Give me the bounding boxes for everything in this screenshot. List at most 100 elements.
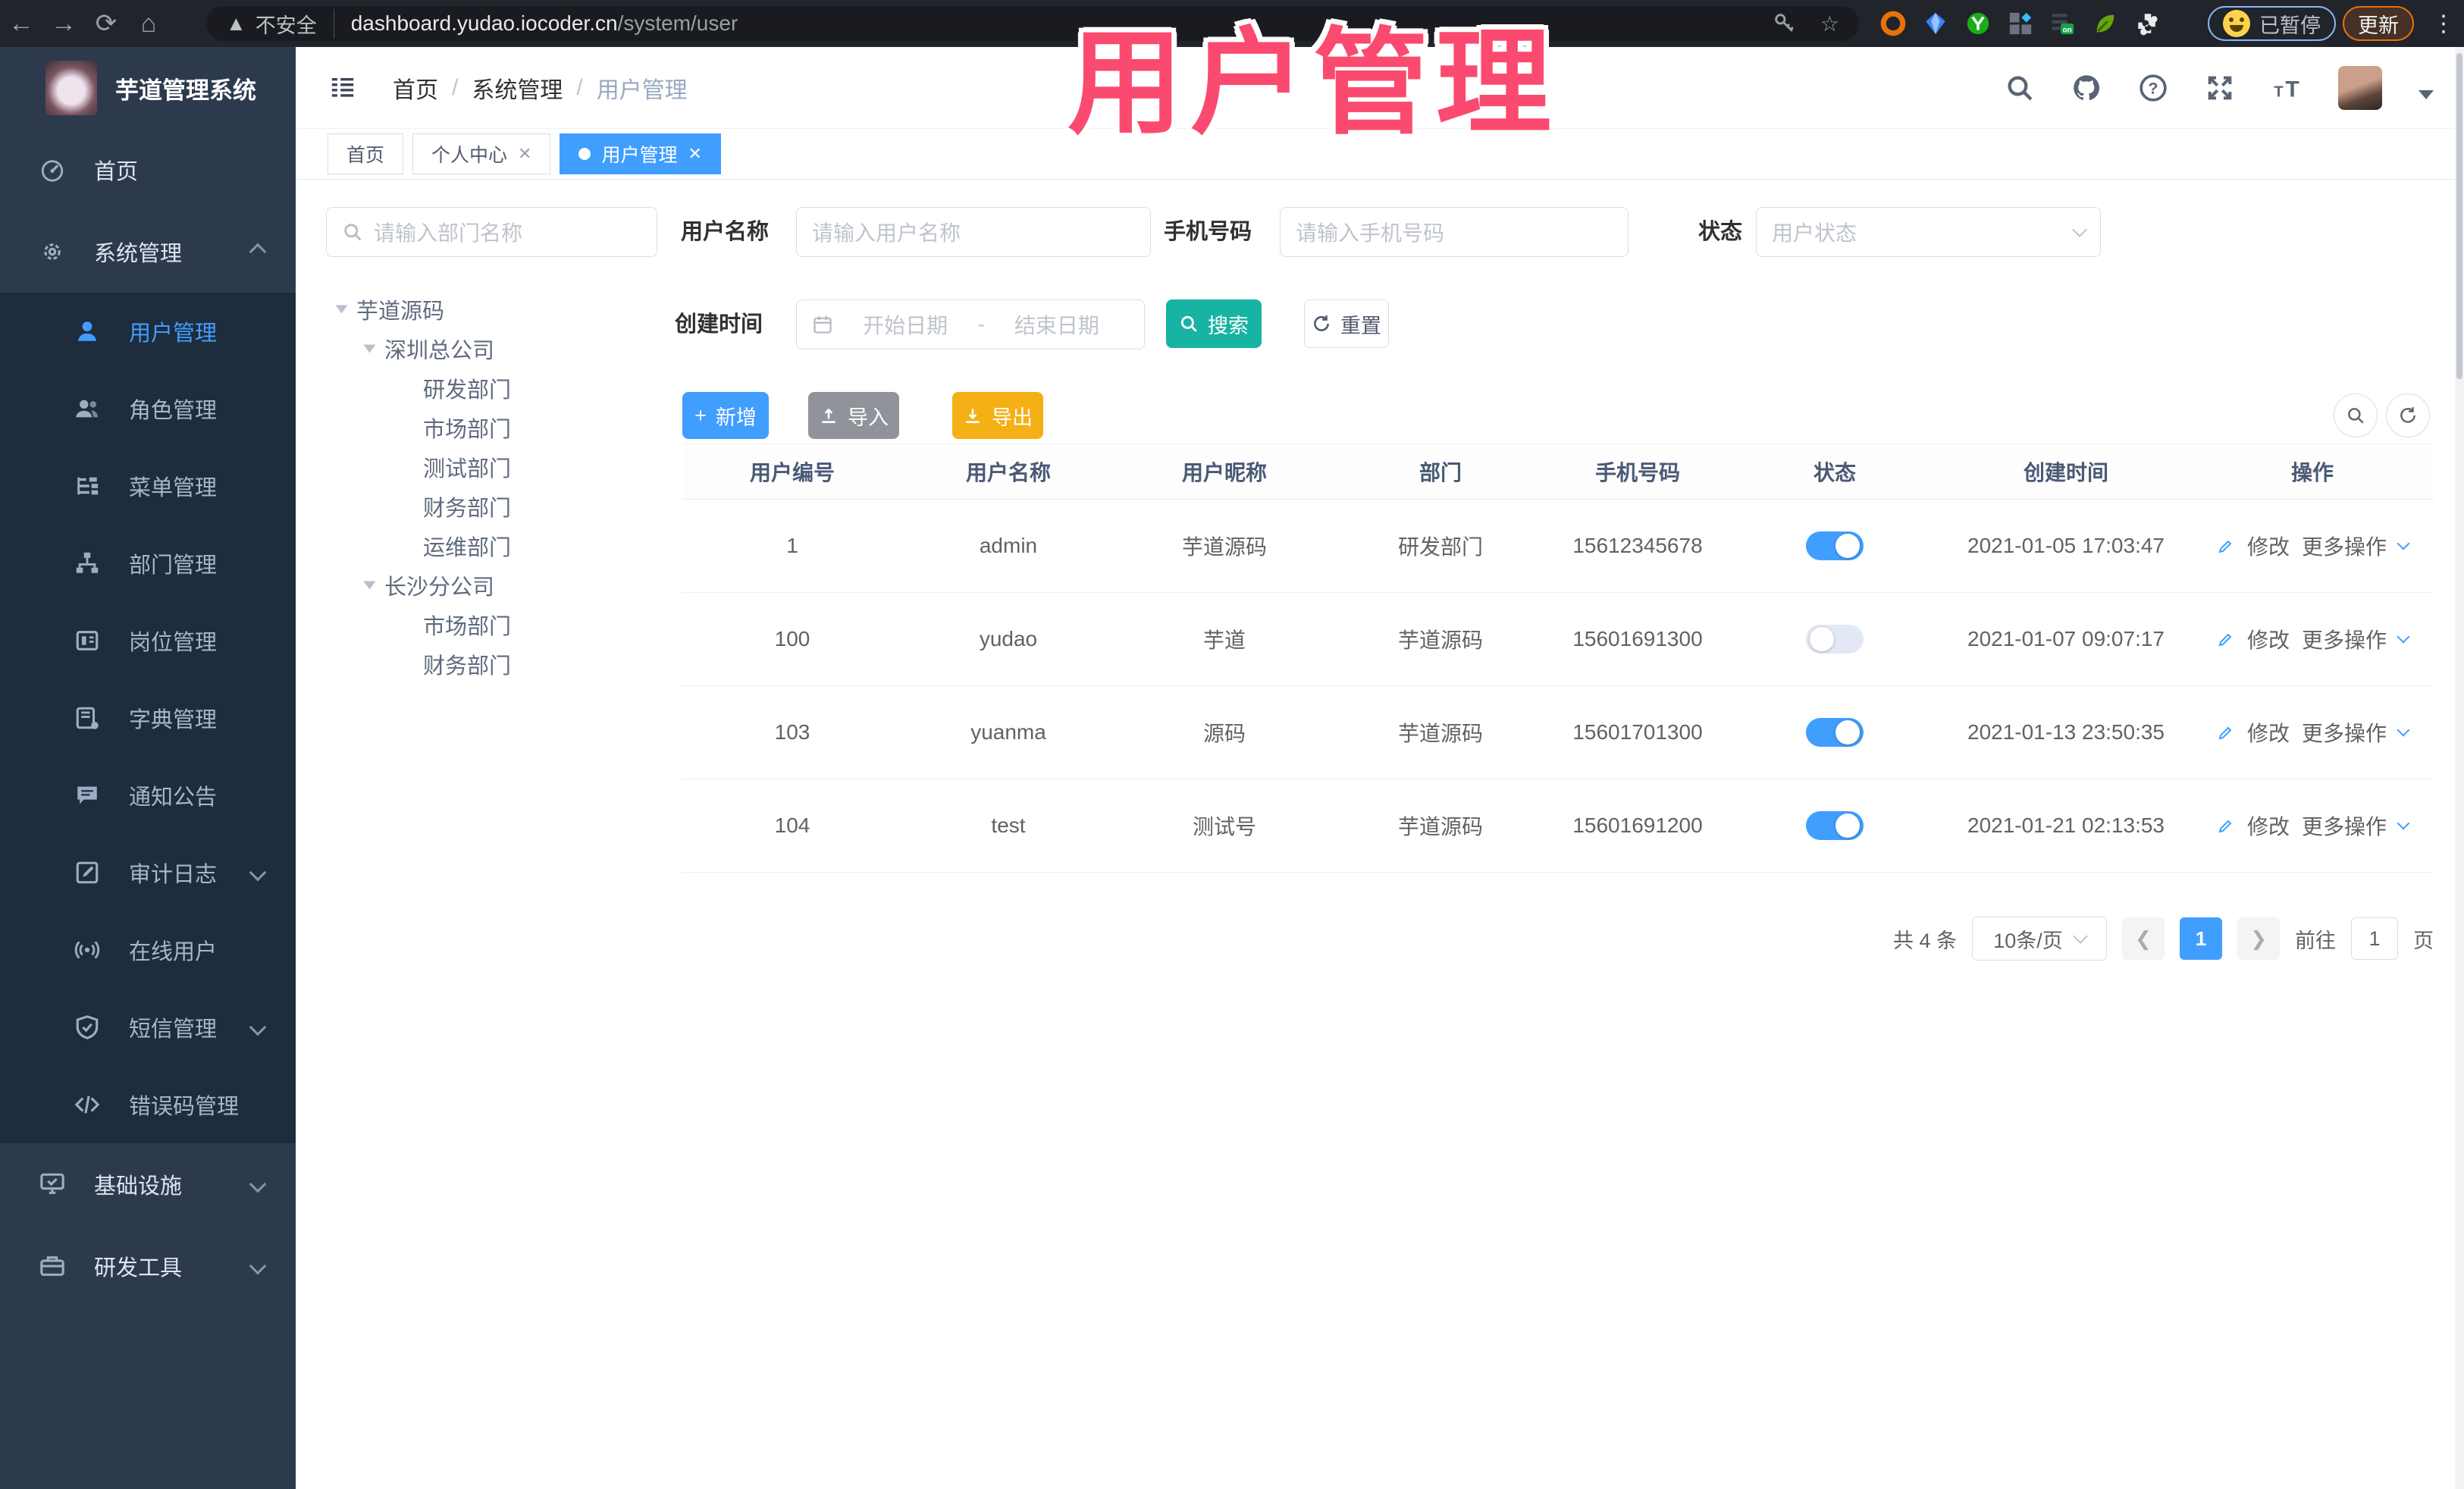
- prev-page-button[interactable]: ❮: [2122, 917, 2165, 960]
- reload-icon[interactable]: ⟳: [85, 8, 127, 39]
- chrome-update-button[interactable]: 更新: [2343, 6, 2414, 41]
- tab-user-mgmt[interactable]: 用户管理 ✕: [560, 133, 721, 174]
- extension-tabs-on-icon[interactable]: on: [2050, 11, 2076, 36]
- username-label: 用户名称: [681, 220, 770, 244]
- tree-node-dept[interactable]: 研发部门: [423, 372, 511, 404]
- fullscreen-icon[interactable]: [2205, 73, 2235, 103]
- user-avatar[interactable]: [2338, 65, 2382, 110]
- next-page-button[interactable]: ❯: [2237, 917, 2280, 960]
- edit-link[interactable]: 修改: [2247, 810, 2290, 841]
- sidebar-item-dev-tools[interactable]: 研发工具: [0, 1225, 296, 1307]
- address-bar[interactable]: ▲ 不安全 dashboard.yudao.iocoder.cn/system/u…: [206, 6, 1859, 41]
- extension-gem-icon[interactable]: [1923, 11, 1948, 36]
- chevron-down-icon[interactable]: [2397, 817, 2410, 830]
- sidebar-item-online-users[interactable]: 在线用户: [0, 911, 296, 989]
- add-button[interactable]: + 新增: [682, 392, 769, 439]
- bookmark-star-icon[interactable]: ☆: [1820, 11, 1839, 36]
- tree-node-company[interactable]: 长沙分公司: [363, 569, 494, 601]
- sidebar-item-system[interactable]: 系统管理: [0, 211, 296, 293]
- edit-link[interactable]: 修改: [2247, 717, 2290, 748]
- forward-icon[interactable]: →: [42, 9, 85, 39]
- tree-node-dept[interactable]: 市场部门: [423, 609, 511, 641]
- search-icon: [1180, 315, 1197, 332]
- security-chip[interactable]: ▲ 不安全: [226, 8, 334, 39]
- more-actions-link[interactable]: 更多操作: [2302, 531, 2387, 561]
- search-button[interactable]: 搜索: [1166, 299, 1262, 348]
- close-icon[interactable]: ✕: [688, 144, 701, 164]
- status-toggle[interactable]: [1806, 811, 1864, 840]
- chevron-down-icon[interactable]: [2397, 537, 2410, 550]
- help-icon[interactable]: ?: [2138, 73, 2168, 103]
- extension-green-icon[interactable]: [1965, 11, 1991, 36]
- page-size-select[interactable]: 10条/页: [1972, 917, 2107, 961]
- tree-node-dept[interactable]: 财务部门: [423, 648, 511, 680]
- chevron-down-icon[interactable]: [2397, 630, 2410, 644]
- scrollbar-thumb[interactable]: [2456, 53, 2462, 379]
- key-icon[interactable]: [1772, 11, 1798, 36]
- table-search-button[interactable]: [2334, 393, 2378, 437]
- more-actions-link[interactable]: 更多操作: [2302, 810, 2387, 841]
- sidebar-item-infrastructure[interactable]: 基础设施: [0, 1143, 296, 1225]
- tree-node-dept[interactable]: 运维部门: [423, 530, 511, 562]
- sidebar-item-audit-log[interactable]: 审计日志: [0, 834, 296, 911]
- tree-node-dept[interactable]: 市场部门: [423, 412, 511, 444]
- tree-list-icon: [77, 477, 99, 495]
- status-toggle[interactable]: [1806, 718, 1864, 747]
- sidebar-item-role-mgmt[interactable]: 角色管理: [0, 370, 296, 447]
- edit-link[interactable]: 修改: [2247, 624, 2290, 654]
- caret-icon[interactable]: [363, 344, 376, 353]
- tab-home[interactable]: 首页: [328, 133, 404, 174]
- sidebar-item-error-code[interactable]: 错误码管理: [0, 1066, 296, 1143]
- chrome-menu-icon[interactable]: ⋮: [2432, 0, 2455, 47]
- sidebar-item-sms-mgmt[interactable]: 短信管理: [0, 989, 296, 1066]
- sidebar-item-dept-mgmt[interactable]: 部门管理: [0, 525, 296, 602]
- status-toggle[interactable]: [1806, 531, 1864, 560]
- font-size-icon[interactable]: TT: [2271, 73, 2302, 103]
- chevron-down-icon[interactable]: [2397, 723, 2410, 737]
- export-button[interactable]: 导出: [952, 392, 1043, 439]
- collapse-sidebar-icon[interactable]: [328, 75, 358, 101]
- app-logo[interactable]: 芋道管理系统: [0, 47, 296, 129]
- caret-icon[interactable]: [335, 305, 348, 314]
- sidebar-item-user-mgmt[interactable]: 用户管理: [0, 293, 296, 370]
- mobile-input[interactable]: 请输入手机号码: [1280, 207, 1629, 257]
- close-icon[interactable]: ✕: [518, 144, 531, 164]
- reset-button[interactable]: 重置: [1304, 299, 1389, 348]
- extension-orange-icon[interactable]: [1880, 11, 1906, 36]
- import-button[interactable]: 导入: [808, 392, 899, 439]
- goto-page-input[interactable]: [2351, 917, 2398, 960]
- scrollbar[interactable]: [2455, 47, 2464, 1489]
- github-icon[interactable]: [2071, 73, 2102, 103]
- sidebar-item-notice[interactable]: 通知公告: [0, 757, 296, 834]
- sidebar-item-menu-mgmt[interactable]: 菜单管理: [0, 447, 296, 525]
- search-icon[interactable]: [2005, 73, 2035, 103]
- status-select[interactable]: 用户状态: [1756, 207, 2101, 257]
- edit-link[interactable]: 修改: [2247, 531, 2290, 561]
- username-input[interactable]: 请输入用户名称: [796, 207, 1151, 257]
- more-actions-link[interactable]: 更多操作: [2302, 717, 2387, 748]
- status-toggle[interactable]: [1806, 625, 1864, 654]
- caret-icon[interactable]: [363, 581, 376, 590]
- table-refresh-button[interactable]: [2386, 393, 2430, 437]
- profile-paused-chip[interactable]: 已暂停: [2208, 6, 2336, 41]
- date-range-input[interactable]: 开始日期 - 结束日期: [796, 299, 1145, 350]
- tree-node-dept[interactable]: 测试部门: [423, 451, 511, 483]
- dept-search-input[interactable]: 请输入部门名称: [326, 207, 657, 257]
- sidebar-item-post-mgmt[interactable]: 岗位管理: [0, 602, 296, 679]
- extension-leaf-icon[interactable]: [2093, 11, 2118, 36]
- avatar-caret-icon[interactable]: [2419, 89, 2434, 99]
- tree-node-dept[interactable]: 财务部门: [423, 491, 511, 522]
- back-icon[interactable]: ←: [0, 9, 42, 39]
- breadcrumb-system[interactable]: 系统管理: [472, 71, 563, 105]
- home-icon[interactable]: ⌂: [127, 9, 170, 39]
- breadcrumb-home[interactable]: 首页: [393, 71, 438, 105]
- extension-puzzle-icon[interactable]: [2135, 11, 2161, 36]
- tree-node-root[interactable]: 芋道源码: [335, 293, 444, 325]
- sidebar-item-dict-mgmt[interactable]: 字典管理: [0, 679, 296, 757]
- tab-profile[interactable]: 个人中心 ✕: [412, 133, 551, 174]
- page-1-button[interactable]: 1: [2180, 917, 2222, 960]
- tree-node-company[interactable]: 深圳总公司: [363, 333, 494, 365]
- extension-grid-icon[interactable]: [2008, 11, 2033, 36]
- sidebar-item-home[interactable]: 首页: [0, 129, 296, 211]
- more-actions-link[interactable]: 更多操作: [2302, 624, 2387, 654]
